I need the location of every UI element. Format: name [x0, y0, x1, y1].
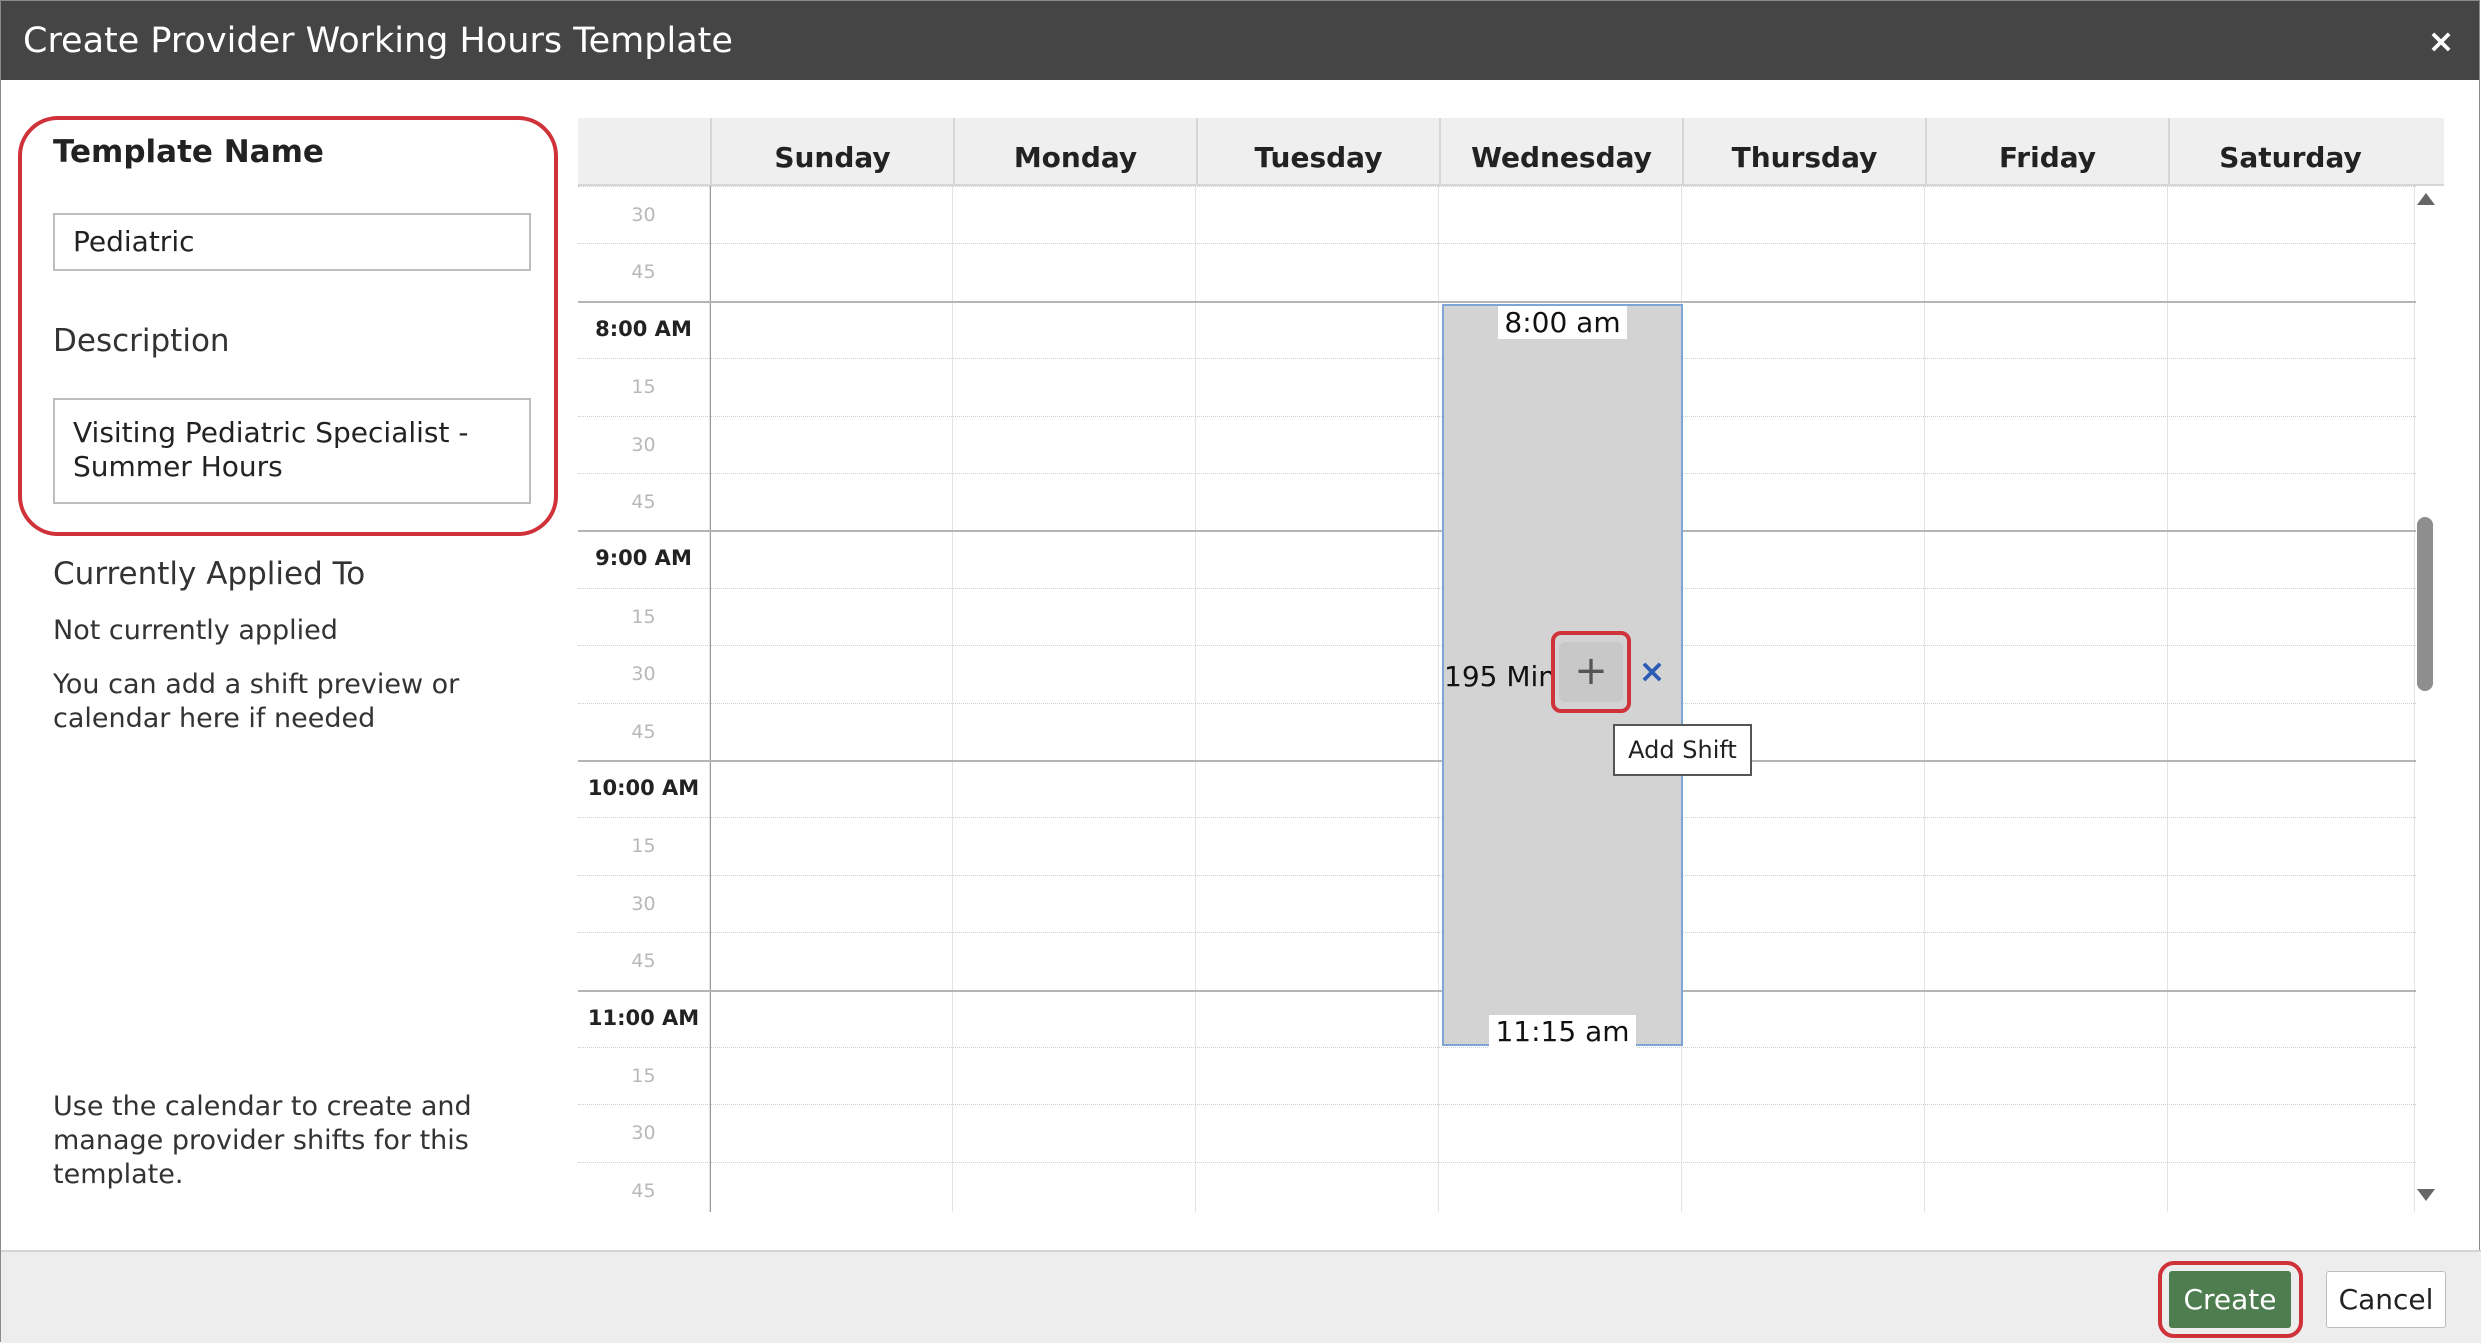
day-header-monday: Monday — [953, 118, 1196, 184]
add-shift-button[interactable]: + — [1559, 642, 1623, 702]
slot-label: 30 — [631, 663, 656, 686]
title-bar: Create Provider Working Hours Template × — [1, 1, 2479, 80]
slot-label: 30 — [631, 1122, 656, 1145]
remove-shift-icon[interactable]: × — [1634, 653, 1670, 689]
slot-label: 15 — [631, 376, 656, 399]
slot-label: 15 — [631, 605, 656, 628]
hour-label: 11:00 AM — [587, 1005, 700, 1030]
hour-label: 8:00 AM — [595, 316, 692, 341]
day-column-divider — [2167, 186, 2168, 1212]
shift-duration: 195 Min — [1444, 660, 1557, 693]
applied-heading: Currently Applied To — [53, 556, 366, 592]
day-header-thursday: Thursday — [1682, 118, 1925, 184]
template-name-input[interactable]: Pediatric — [53, 213, 531, 271]
calendar-header: Sunday Monday Tuesday Wednesday Thursday… — [578, 118, 2444, 186]
day-header-tuesday: Tuesday — [1196, 118, 1439, 184]
close-icon[interactable]: × — [2421, 21, 2461, 61]
shift-end-time: 11:15 am — [1444, 1015, 1681, 1048]
day-header-sunday: Sunday — [710, 118, 953, 184]
day-column-divider — [1438, 186, 1439, 1212]
day-header-friday: Friday — [1925, 118, 2168, 184]
slot-label: 15 — [631, 1065, 656, 1087]
day-column-divider — [952, 186, 953, 1212]
cancel-button[interactable]: Cancel — [2326, 1271, 2446, 1328]
day-column-divider — [1195, 186, 1196, 1212]
shift-start-time: 8:00 am — [1444, 306, 1681, 339]
dialog-title: Create Provider Working Hours Template — [23, 21, 733, 61]
day-column-divider — [709, 186, 710, 1212]
description-input[interactable]: Visiting Pediatric Specialist - Summer H… — [53, 398, 531, 504]
slot-label: 30 — [631, 433, 656, 456]
scroll-up-arrow-icon[interactable] — [2417, 193, 2435, 205]
hour-divider — [578, 300, 2416, 303]
applied-status: Not currently applied — [53, 615, 338, 646]
template-form: Template Name Pediatric Description Visi… — [1, 80, 571, 1250]
slot-divider — [578, 1104, 2416, 1106]
slot-label: 45 — [631, 491, 656, 513]
slot-divider — [578, 243, 2416, 245]
slot-label: 45 — [631, 1179, 656, 1202]
calendar-scrollbar[interactable] — [2413, 187, 2441, 1207]
dialog: Create Provider Working Hours Template ×… — [0, 0, 2481, 1343]
scroll-down-arrow-icon[interactable] — [2417, 1189, 2435, 1201]
hour-label: 10:00 AM — [587, 776, 700, 800]
slot-label: 30 — [631, 204, 656, 226]
day-column-divider — [1924, 186, 1925, 1212]
hint-text: You can add a shift preview or calendar … — [53, 669, 460, 734]
add-shift-tooltip: Add Shift — [1613, 724, 1752, 776]
slot-label: 45 — [631, 720, 656, 743]
slot-label: 30 — [631, 892, 656, 915]
template-name-label: Template Name — [53, 134, 324, 170]
slot-divider — [578, 186, 2416, 187]
description-label: Description — [53, 323, 230, 359]
slot-label: 45 — [631, 950, 656, 973]
scroll-thumb[interactable] — [2417, 517, 2433, 691]
week-calendar: Sunday Monday Tuesday Wednesday Thursday… — [578, 118, 2444, 1212]
slot-label: 15 — [631, 835, 656, 858]
day-header-saturday: Saturday — [2168, 118, 2411, 184]
hour-label: 9:00 AM — [595, 546, 692, 571]
dialog-footer: Create Cancel — [1, 1250, 2481, 1343]
slot-label: 45 — [631, 261, 656, 284]
day-header-wednesday: Wednesday — [1439, 118, 1682, 184]
create-button[interactable]: Create — [2169, 1271, 2291, 1328]
slot-divider — [578, 1161, 2416, 1163]
calendar-help-text: Use the calendar to create and manage pr… — [53, 1091, 472, 1190]
